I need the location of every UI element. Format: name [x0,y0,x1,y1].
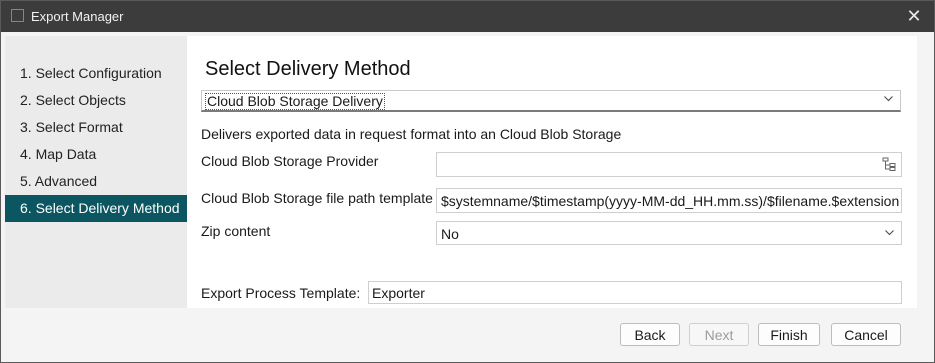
zip-content-label: Zip content [201,223,271,239]
zip-content-value: No [441,226,459,242]
wizard-steps: 1. Select Configuration 2. Select Object… [5,36,187,308]
path-template-label: Cloud Blob Storage file path template [201,190,433,206]
path-template-input[interactable]: $systemname/$timestamp(yyyy-MM-dd_HH.mm.… [436,188,902,213]
step-select-delivery-method[interactable]: 6. Select Delivery Method [5,195,187,222]
provider-label: Cloud Blob Storage Provider [201,153,379,169]
process-template-input[interactable]: Exporter [368,281,902,304]
delivery-description: Delivers exported data in request format… [201,126,622,142]
window-title: Export Manager [31,9,124,24]
close-icon[interactable]: ✕ [894,1,934,32]
finish-button[interactable]: Finish [758,323,820,346]
main-panel: Select Delivery Method Cloud Blob Storag… [187,36,917,308]
step-advanced[interactable]: 5. Advanced [5,168,187,195]
page-title: Select Delivery Method [205,58,411,80]
delivery-method-value: Cloud Blob Storage Delivery [205,93,385,110]
back-button[interactable]: Back [620,323,680,346]
zip-content-select[interactable]: No [436,221,902,245]
tree-browse-icon[interactable] [881,156,898,173]
process-template-value: Exporter [372,285,425,301]
app-icon [11,9,24,22]
process-template-label: Export Process Template: [201,285,361,301]
chevron-down-icon [884,227,895,241]
step-select-objects[interactable]: 2. Select Objects [5,87,187,114]
cancel-button[interactable]: Cancel [831,323,901,346]
step-select-format[interactable]: 3. Select Format [5,114,187,141]
path-template-value: $systemname/$timestamp(yyyy-MM-dd_HH.mm.… [441,193,900,209]
next-button[interactable]: Next [689,323,749,346]
export-manager-window: Export Manager ✕ 1. Select Configuration… [0,0,935,363]
step-select-configuration[interactable]: 1. Select Configuration [5,60,187,87]
provider-field[interactable] [436,152,902,177]
delivery-method-select[interactable]: Cloud Blob Storage Delivery [201,90,901,112]
chevron-down-icon [883,93,894,107]
step-map-data[interactable]: 4. Map Data [5,141,187,168]
title-bar: Export Manager ✕ [1,1,934,32]
